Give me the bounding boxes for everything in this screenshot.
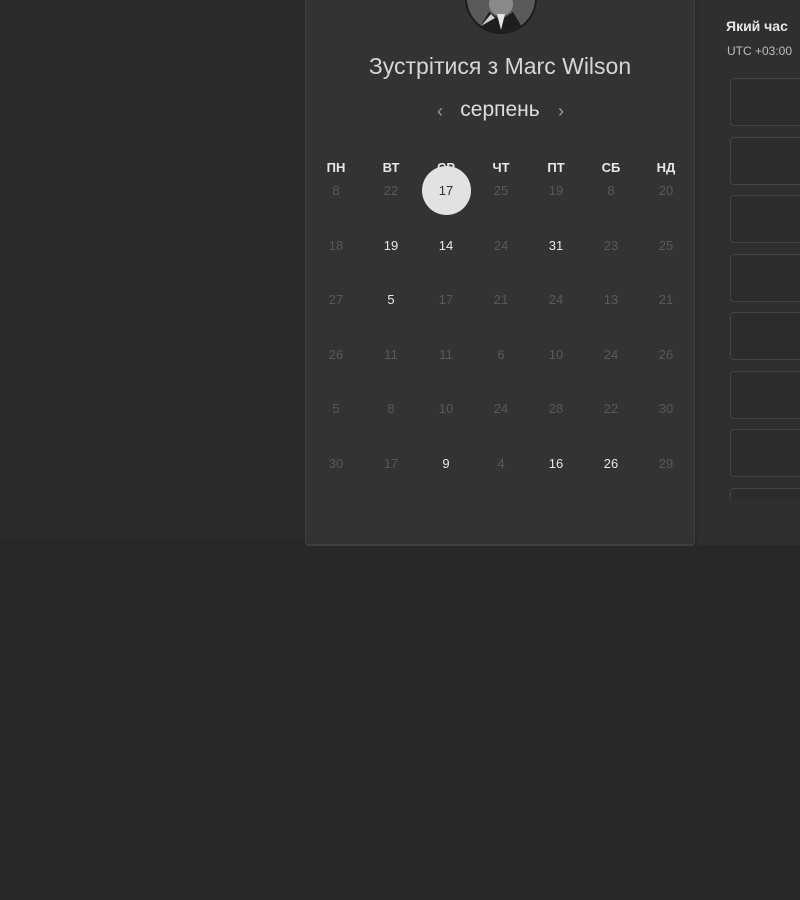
calendar-day: 25 — [658, 238, 674, 253]
month-label: серпень — [460, 98, 540, 121]
calendar-day: 11 — [439, 347, 453, 362]
calendar-day: 8 — [607, 183, 615, 198]
weekday-label: ПТ — [547, 160, 565, 175]
calendar-day: 8 — [387, 401, 395, 416]
calendar-day[interactable]: 14 — [426, 238, 466, 253]
calendar-day[interactable]: 19 — [371, 238, 411, 253]
time-slot-button[interactable] — [730, 254, 800, 302]
calendar-day: 22 — [603, 401, 619, 416]
booking-page: Зустрітися з Marc Wilson ‹ серпень › ПН … — [0, 0, 800, 900]
calendar-day: 6 — [497, 347, 505, 362]
calendar-day: 5 — [332, 401, 340, 416]
calendar-day: 30 — [658, 401, 674, 416]
calendar-day: 28 — [548, 401, 564, 416]
time-slot-button[interactable] — [730, 371, 800, 419]
calendar-day: 20 — [658, 183, 674, 198]
calendar-day: 24 — [493, 401, 509, 416]
calendar-day: 26 — [328, 347, 344, 362]
calendar-day: 8 — [332, 183, 340, 198]
calendar-day-selected[interactable]: 17 — [426, 183, 466, 198]
calendar-day: 17 — [438, 292, 454, 307]
time-slot-button[interactable] — [730, 78, 800, 126]
calendar-day[interactable]: 9 — [426, 456, 466, 471]
calendar-day: 24 — [603, 347, 619, 362]
calendar-day: 21 — [658, 292, 674, 307]
calendar-day: 24 — [493, 238, 509, 253]
next-month-button[interactable]: › — [551, 101, 571, 122]
calendar-day: 10 — [438, 401, 454, 416]
time-slot-button[interactable] — [730, 488, 800, 498]
weekday-label: ЧТ — [492, 160, 510, 175]
calendar-day: 11 — [384, 347, 398, 362]
calendar-day: 4 — [497, 456, 505, 471]
time-slot-button[interactable] — [730, 195, 800, 243]
calendar-day[interactable]: 26 — [591, 456, 631, 471]
time-slot-button[interactable] — [730, 312, 800, 360]
calendar-day: 30 — [328, 456, 344, 471]
calendar-day: 23 — [603, 238, 619, 253]
calendar-day[interactable]: 31 — [536, 238, 576, 253]
calendar-day: 10 — [548, 347, 564, 362]
calendar-day: 19 — [548, 183, 564, 198]
weekday-label: НД — [656, 160, 676, 175]
calendar-day: 22 — [383, 183, 399, 198]
chevron-right-icon: › — [558, 101, 564, 121]
weekday-label: ПН — [326, 160, 346, 175]
calendar-day: 27 — [328, 292, 344, 307]
time-slot-button[interactable] — [730, 137, 800, 185]
calendar-day: 21 — [493, 292, 509, 307]
page-title: Зустрітися з Marc Wilson — [368, 53, 632, 79]
weekday-label: СБ — [601, 160, 621, 175]
calendar-day: 24 — [548, 292, 564, 307]
time-slot-list — [697, 0, 800, 498]
calendar-day: 29 — [658, 456, 674, 471]
weekday-label: ВТ — [382, 160, 400, 175]
calendar-day: 26 — [658, 347, 674, 362]
calendar-day: 17 — [383, 456, 399, 471]
time-slot-button[interactable] — [730, 429, 800, 477]
calendar-day: 13 — [603, 292, 619, 307]
calendar-day[interactable]: 5 — [371, 292, 411, 307]
calendar-day: 25 — [493, 183, 509, 198]
calendar-day[interactable]: 16 — [536, 456, 576, 471]
calendar-day: 18 — [328, 238, 344, 253]
